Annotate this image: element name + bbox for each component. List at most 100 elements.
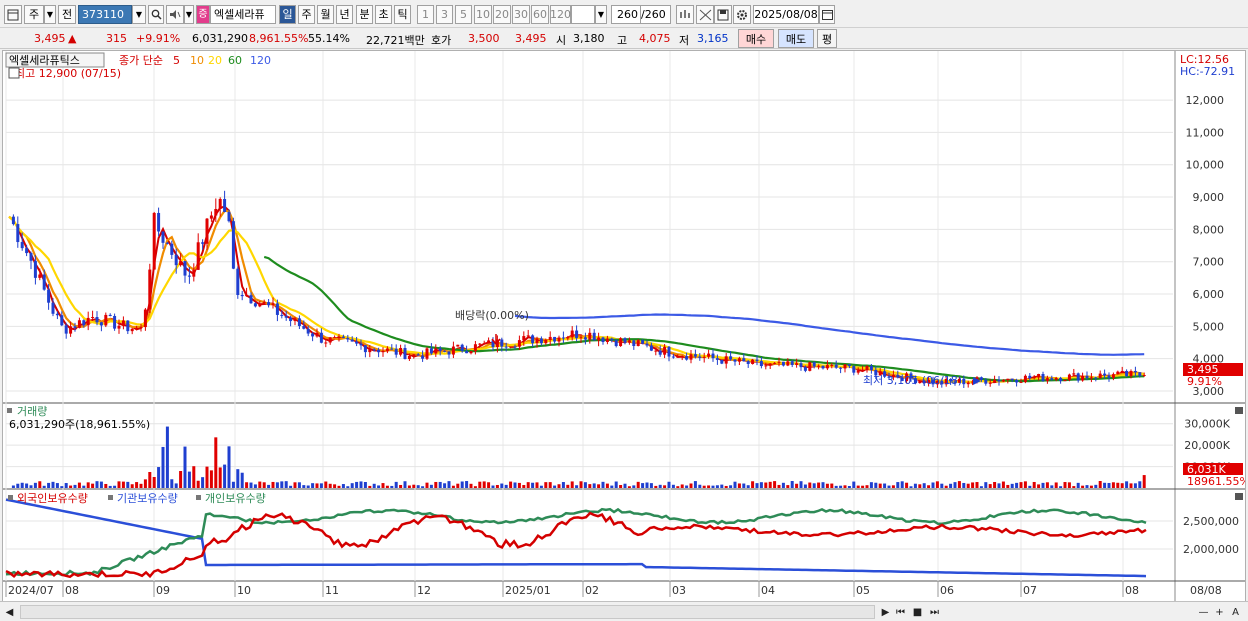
volume-bar (1010, 483, 1014, 488)
volume-bar (249, 482, 253, 488)
volume-bar (702, 485, 706, 488)
candle (1006, 378, 1010, 380)
candle (1076, 373, 1080, 381)
range-20[interactable]: 20 (493, 5, 511, 24)
volume-bar (33, 482, 37, 488)
interval-month[interactable]: 월 (317, 5, 334, 24)
period-type-select[interactable]: 주 (24, 5, 44, 24)
high-label: 고 (617, 34, 628, 47)
search-icon[interactable] (148, 5, 164, 24)
volume-bar (830, 483, 834, 488)
hc-label: HC:-72.91 (1180, 65, 1235, 78)
zoom-in-icon[interactable]: + (1212, 605, 1227, 619)
candle (275, 303, 279, 315)
chart-canvas[interactable]: 12,000 11,000 10,000 9,000 8,000 7,000 6,000 5,… (3, 51, 1248, 601)
date-input[interactable]: 2025/08/08 (753, 5, 819, 24)
interval-day[interactable]: 일 (279, 5, 296, 24)
interval-week[interactable]: 주 (298, 5, 315, 24)
interval-minute[interactable]: 분 (356, 5, 373, 24)
chevron-down-icon[interactable]: ▼ (184, 5, 194, 24)
volume-bar (548, 482, 552, 488)
volume-bar (372, 483, 376, 488)
volume-bar (627, 486, 631, 488)
volume-bar (509, 481, 513, 488)
chart-frame[interactable]: 12,000 11,000 10,000 9,000 8,000 7,000 6,000 5,… (2, 50, 1248, 602)
interval-tick[interactable]: 틱 (394, 5, 411, 24)
volume-bar (482, 481, 486, 488)
candle (421, 355, 425, 359)
ma-period-60: 60 (228, 54, 242, 67)
crosshair-icon[interactable] (696, 5, 714, 24)
range-120[interactable]: 120 (550, 5, 571, 24)
candle (548, 336, 552, 340)
candle (698, 356, 702, 358)
volume-bar (975, 482, 979, 488)
scroll-track[interactable] (20, 605, 875, 619)
last-icon[interactable]: ⏭ (927, 605, 942, 619)
sound-icon[interactable] (166, 5, 184, 24)
candle (16, 224, 20, 243)
volume-bar (997, 483, 1001, 488)
eval-button[interactable]: 평 (817, 29, 837, 48)
candle (768, 363, 772, 366)
compare-icon[interactable] (676, 5, 694, 24)
chevron-down-icon[interactable]: ▼ (132, 5, 146, 24)
chevron-down-icon[interactable]: ▼ (44, 5, 56, 24)
candle (1054, 377, 1058, 380)
candle (993, 379, 997, 383)
candle (1142, 375, 1146, 376)
volume-bar (223, 464, 227, 488)
range-1[interactable]: 1 (417, 5, 434, 24)
stock-name-field[interactable]: 엑셀세라퓨 (210, 5, 276, 24)
range-custom-input[interactable] (571, 5, 595, 24)
volume-bar (487, 482, 491, 488)
save-icon[interactable] (714, 5, 732, 24)
zoom-out-icon[interactable]: — (1196, 605, 1211, 619)
range-30[interactable]: 30 (512, 5, 530, 24)
range-10[interactable]: 10 (474, 5, 492, 24)
low-price: 3,165 (697, 32, 729, 45)
sell-button[interactable]: 매도 (778, 29, 814, 48)
volume-bar (671, 484, 675, 488)
calendar-icon[interactable] (819, 5, 835, 24)
count-input[interactable]: 260 (611, 5, 641, 24)
scroll-left-icon[interactable]: ◀ (2, 605, 17, 619)
range-3[interactable]: 3 (436, 5, 453, 24)
auto-icon[interactable]: A (1228, 605, 1243, 619)
chart-scrollbar[interactable]: ◀ ▶ ⏮ ■ ⏭ — + A (0, 601, 1248, 621)
chevron-down-icon[interactable]: ▼ (595, 5, 607, 24)
volume-bar (922, 483, 926, 488)
open-price: 3,180 (573, 32, 605, 45)
candle (42, 274, 46, 290)
candle (856, 370, 860, 373)
volume-bar (909, 486, 913, 488)
candle (641, 340, 645, 344)
stop-icon[interactable]: ■ (910, 605, 925, 619)
price-axis-label: 6,000 (1193, 288, 1225, 301)
volume-bar (1125, 481, 1129, 488)
candle (271, 303, 275, 306)
volume-bar (526, 482, 530, 488)
gear-icon[interactable] (733, 5, 751, 24)
volume-bar (636, 481, 640, 488)
volume-bar (385, 485, 389, 488)
prev-button[interactable]: 전 (58, 5, 76, 24)
stock-code-input[interactable]: 373110 (78, 5, 132, 24)
range-60[interactable]: 60 (531, 5, 549, 24)
layout-icon[interactable] (4, 5, 22, 24)
candle (55, 313, 59, 316)
candle (302, 326, 306, 329)
range-5[interactable]: 5 (455, 5, 472, 24)
volume-bar (183, 446, 187, 488)
candle (764, 365, 768, 367)
candle (363, 345, 367, 353)
candle (711, 353, 715, 359)
interval-year[interactable]: 년 (336, 5, 353, 24)
buy-button[interactable]: 매수 (738, 29, 774, 48)
first-icon[interactable]: ⏮ (893, 605, 908, 619)
scroll-right-icon[interactable]: ▶ (878, 605, 893, 619)
candle (509, 346, 513, 348)
volume-bar (711, 485, 715, 488)
interval-second[interactable]: 초 (375, 5, 392, 24)
candle (1050, 378, 1054, 380)
